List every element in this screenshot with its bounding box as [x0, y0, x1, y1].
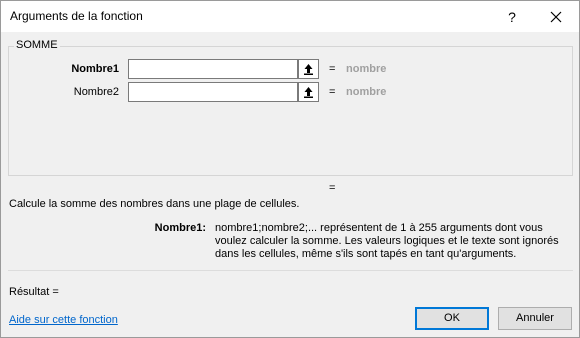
help-button[interactable]: ? [497, 5, 527, 29]
collapse-dialog-icon [304, 64, 313, 75]
function-description: Calcule la somme des nombres dans une pl… [9, 198, 300, 210]
parameter-help-name: Nombre1: [154, 222, 206, 234]
function-result-equals: = [329, 182, 336, 194]
divider [8, 270, 573, 271]
formula-result: Résultat = [9, 286, 59, 298]
argument-1-type-hint: nombre [346, 63, 387, 75]
close-button[interactable] [541, 5, 571, 29]
argument-2-input[interactable] [128, 82, 298, 102]
argument-1-equals: = [329, 63, 336, 75]
close-icon [550, 11, 562, 23]
collapse-dialog-icon [304, 87, 313, 98]
argument-1-input[interactable] [128, 59, 298, 79]
function-arguments-dialog: Arguments de la fonction ? SOMME Nombre1… [0, 0, 580, 338]
argument-2-equals: = [329, 86, 336, 98]
argument-1-label: Nombre1 [71, 63, 119, 75]
title-bar: Arguments de la fonction ? [1, 1, 579, 32]
function-name: SOMME [14, 39, 60, 51]
ok-button[interactable]: OK [415, 307, 489, 330]
parameter-help-text: nombre1;nombre2;... représentent de 1 à … [215, 222, 559, 260]
help-on-function-link[interactable]: Aide sur cette fonction [9, 314, 118, 326]
cancel-button[interactable]: Annuler [498, 307, 572, 330]
dialog-title: Arguments de la fonction [10, 9, 143, 23]
argument-2-label: Nombre2 [73, 86, 119, 98]
argument-2-type-hint: nombre [346, 86, 387, 98]
argument-1-collapse-button[interactable] [298, 59, 319, 79]
argument-2-collapse-button[interactable] [298, 82, 319, 102]
